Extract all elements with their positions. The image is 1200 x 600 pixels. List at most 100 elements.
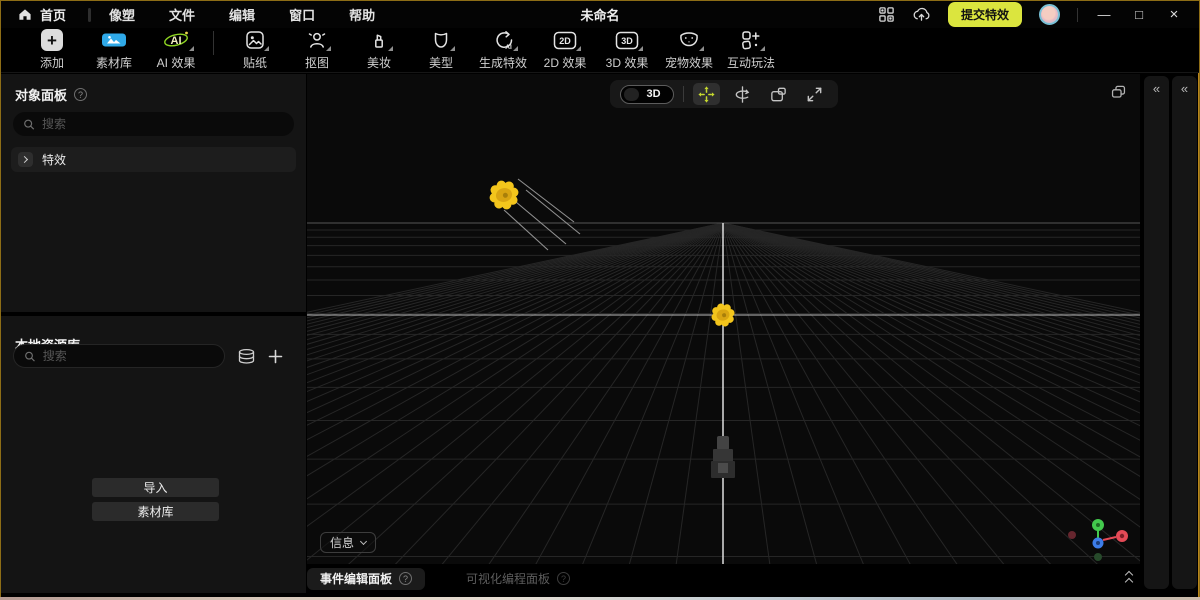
home-button[interactable]: 首页 bbox=[17, 5, 66, 24]
toolbar-ai-effects[interactable]: AI AI 效果 bbox=[145, 29, 207, 71]
layers-stack-icon bbox=[237, 348, 256, 365]
home-icon bbox=[17, 7, 33, 23]
scene-viewport[interactable]: 3D bbox=[307, 74, 1140, 564]
import-button[interactable]: 导入 bbox=[92, 478, 219, 497]
scene-canvas bbox=[307, 74, 1140, 564]
dropdown-corner bbox=[760, 46, 765, 51]
dropdown-corner bbox=[513, 46, 518, 51]
toolbar-generate-effects[interactable]: AI 生成特效 bbox=[472, 29, 534, 71]
local-library-search[interactable] bbox=[13, 344, 225, 368]
toolbar-cutout[interactable]: 抠图 bbox=[286, 29, 348, 71]
tab-visual-programming[interactable]: 可视化编程面板 ? bbox=[453, 568, 583, 590]
toolbar-pet-effects[interactable]: 宠物效果 bbox=[658, 29, 720, 71]
menu-window[interactable]: 窗口 bbox=[289, 5, 315, 24]
dropdown-corner bbox=[388, 46, 393, 51]
menu-file[interactable]: 文件 bbox=[169, 5, 195, 24]
help-icon[interactable]: ? bbox=[399, 572, 412, 585]
toolbar-material-library[interactable]: 素材库 bbox=[83, 29, 145, 71]
search-icon bbox=[23, 118, 35, 131]
generate-effects-icon: AI bbox=[492, 30, 514, 51]
viewport-toolbar-separator bbox=[683, 86, 684, 102]
viewport-toolbar: 3D bbox=[610, 80, 838, 108]
orientation-gizmo[interactable] bbox=[1068, 519, 1128, 561]
stack-filter-button[interactable] bbox=[237, 348, 256, 365]
menu-app[interactable]: 像塑 bbox=[109, 5, 135, 24]
object-search-input[interactable] bbox=[42, 117, 284, 131]
multiview-button[interactable] bbox=[1110, 83, 1127, 105]
object-search[interactable] bbox=[13, 112, 294, 136]
rotate-tool-button[interactable] bbox=[729, 83, 756, 105]
bottom-panel-bar: 事件编辑面板 ? 可视化编程面板 ? bbox=[307, 567, 1140, 590]
expand-icon bbox=[805, 85, 824, 104]
mode-label: 3D bbox=[639, 88, 669, 100]
collapsed-panel-inspector[interactable]: « bbox=[1144, 76, 1169, 589]
expand-bottom-panel-button[interactable] bbox=[1126, 572, 1132, 585]
add-resource-button[interactable] bbox=[268, 349, 283, 364]
cutout-icon bbox=[307, 30, 327, 50]
help-icon[interactable]: ? bbox=[74, 88, 87, 101]
home-label: 首页 bbox=[40, 5, 66, 24]
fullscreen-tool-button[interactable] bbox=[801, 83, 828, 105]
svg-text:AI: AI bbox=[171, 35, 182, 47]
dropdown-corner bbox=[576, 46, 581, 51]
panel-divider bbox=[1, 312, 306, 316]
move-tool-button[interactable] bbox=[693, 83, 720, 105]
local-library-controls bbox=[13, 344, 298, 368]
cloud-upload-icon[interactable] bbox=[912, 6, 931, 23]
menubar: 像塑 文件 编辑 窗口 帮助 bbox=[109, 5, 375, 24]
reshape-icon bbox=[431, 30, 451, 50]
app-window: 首页 像塑 文件 编辑 窗口 帮助 未命名 提交特效 — □ bbox=[0, 0, 1200, 600]
dropdown-corner bbox=[189, 46, 194, 51]
collapse-left-icon: « bbox=[1181, 81, 1188, 96]
flower-trails-sprite[interactable] bbox=[486, 177, 580, 250]
dropdown-corner bbox=[326, 46, 331, 51]
camera-object[interactable] bbox=[711, 436, 735, 478]
toolbar-reshape[interactable]: 美型 bbox=[410, 29, 472, 71]
main-toolbar: + 添加 素材库 AI AI 效果 bbox=[1, 28, 1199, 73]
menu-help[interactable]: 帮助 bbox=[349, 5, 375, 24]
tab-event-editor[interactable]: 事件编辑面板 ? bbox=[307, 568, 425, 590]
scale-icon bbox=[769, 85, 788, 104]
menu-edit[interactable]: 编辑 bbox=[229, 5, 255, 24]
search-icon bbox=[24, 350, 36, 363]
chevron-right-icon[interactable] bbox=[18, 152, 33, 167]
help-icon[interactable]: ? bbox=[557, 572, 570, 585]
scale-tool-button[interactable] bbox=[765, 83, 792, 105]
user-avatar[interactable] bbox=[1039, 4, 1060, 25]
dropdown-corner bbox=[638, 46, 643, 51]
multiview-icon bbox=[1110, 83, 1127, 100]
toolbar-3d-effects[interactable]: 3D 3D 效果 bbox=[596, 29, 658, 71]
submit-effect-button[interactable]: 提交特效 bbox=[948, 2, 1022, 27]
material-library-button[interactable]: 素材库 bbox=[92, 502, 219, 521]
toolbar-separator bbox=[213, 31, 214, 55]
collapse-left-icon: « bbox=[1153, 81, 1160, 96]
collapsed-panel-preview[interactable]: « bbox=[1172, 76, 1197, 589]
object-panel-header: 对象面板 ? bbox=[1, 74, 306, 111]
flower-center-sprite[interactable] bbox=[709, 301, 738, 330]
move-icon bbox=[697, 85, 716, 104]
perspective-grid bbox=[307, 223, 1140, 564]
toolbar-sticker[interactable]: 贴纸 bbox=[224, 29, 286, 71]
close-button[interactable]: × bbox=[1165, 6, 1183, 23]
pet-effects-icon bbox=[678, 31, 700, 50]
toolbar-2d-effects[interactable]: 2D 2D 效果 bbox=[534, 29, 596, 71]
info-dropdown-button[interactable]: 信息 bbox=[320, 532, 376, 553]
toolbar-interactive-play[interactable]: 互动玩法 bbox=[720, 29, 782, 71]
mode-3d-toggle[interactable]: 3D bbox=[620, 85, 674, 104]
toolbar-makeup[interactable]: 美妆 bbox=[348, 29, 410, 71]
chevron-up-icon bbox=[1125, 578, 1133, 586]
effects-2d-icon: 2D bbox=[553, 31, 577, 50]
titlebar-separator bbox=[1077, 8, 1078, 22]
ai-effects-icon: AI bbox=[162, 29, 190, 51]
local-library-search-input[interactable] bbox=[43, 349, 214, 363]
apps-grid-icon[interactable] bbox=[878, 6, 895, 23]
plus-icon bbox=[268, 349, 283, 364]
toolbar-add[interactable]: + 添加 bbox=[21, 29, 83, 71]
rotate-icon bbox=[733, 85, 752, 104]
dropdown-corner bbox=[699, 46, 704, 51]
dropdown-corner bbox=[450, 46, 455, 51]
tree-item-effects[interactable]: 特效 bbox=[11, 147, 296, 172]
minimize-button[interactable]: — bbox=[1095, 7, 1113, 22]
document-title: 未命名 bbox=[580, 5, 619, 24]
maximize-button[interactable]: □ bbox=[1130, 7, 1148, 22]
